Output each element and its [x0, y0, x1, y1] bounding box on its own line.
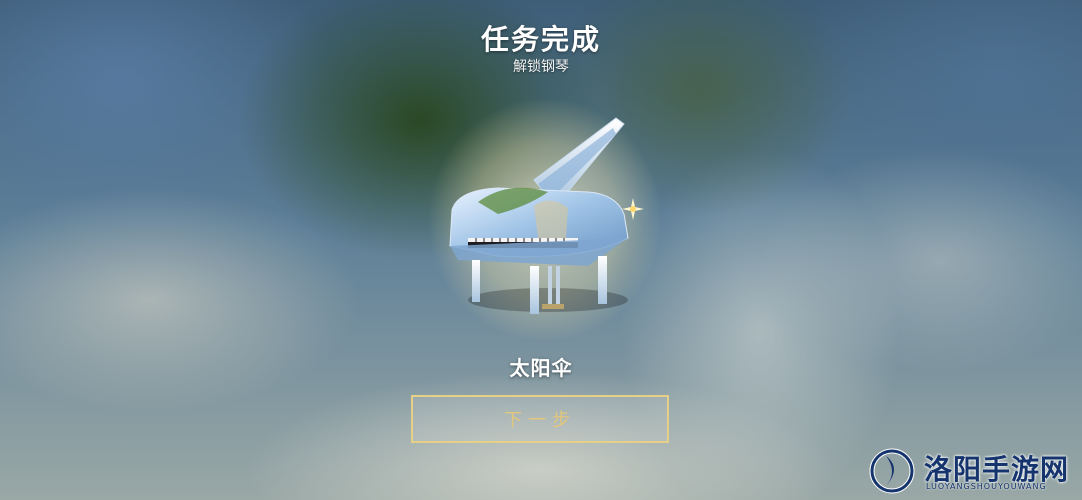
watermark-logo-icon	[869, 448, 915, 494]
reward-item-name: 太阳伞	[509, 356, 573, 380]
page-title: 任务完成	[480, 23, 601, 56]
watermark-domain-text: LUOYANGSHOUYOUWANG	[926, 482, 1047, 491]
sparkle-icon	[622, 198, 644, 220]
unlock-subtitle: 解锁钢琴	[513, 59, 569, 75]
watermark: 洛阳手游网 LUOYANGSHOUYOUWANG	[868, 446, 1078, 496]
grand-piano-icon	[449, 117, 629, 314]
next-step-button[interactable]: 下一步	[411, 395, 669, 443]
